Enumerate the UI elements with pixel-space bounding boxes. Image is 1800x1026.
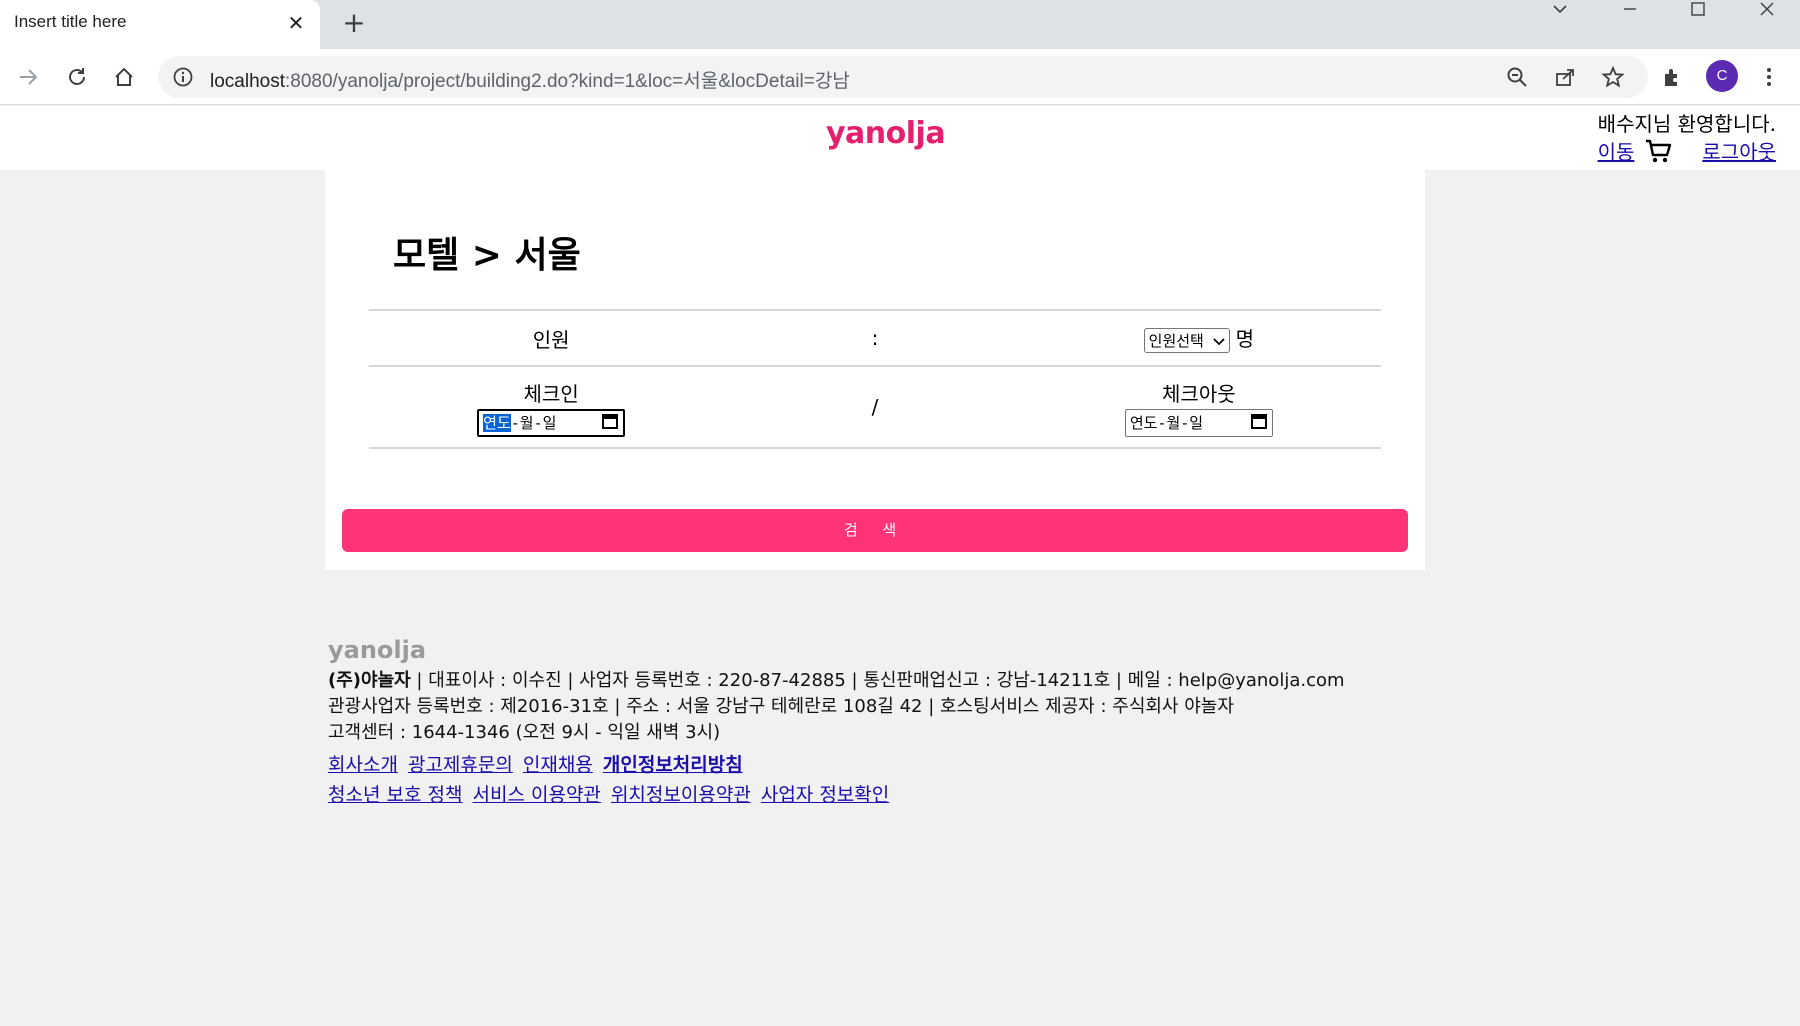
footer-link-location-terms[interactable]: 위치정보이용약관 bbox=[611, 784, 751, 806]
profile-avatar[interactable]: C bbox=[1706, 60, 1738, 92]
guests-row: 인원 : 인원선택 명 bbox=[369, 310, 1381, 366]
checkin-date-input[interactable]: 연도-월-일 bbox=[477, 408, 626, 437]
zoom-icon[interactable] bbox=[1506, 66, 1528, 92]
browser-tabstrip: Insert title here ✕ + bbox=[0, 0, 1800, 49]
move-link[interactable]: 이동 bbox=[1598, 136, 1635, 165]
calendar-icon[interactable] bbox=[1250, 412, 1268, 434]
menu-kebab-icon[interactable] bbox=[1753, 61, 1785, 93]
checkout-cell: 체크아웃 연도-월-일 bbox=[1017, 366, 1381, 448]
minimize-icon[interactable] bbox=[1600, 0, 1660, 18]
search-button[interactable]: 검 색 bbox=[342, 509, 1408, 552]
footer-link-terms[interactable]: 서비스 이용약관 bbox=[473, 784, 601, 806]
reload-icon[interactable] bbox=[61, 61, 93, 93]
tab-search-icon[interactable] bbox=[1530, 0, 1590, 18]
page-title: 모텔 > 서울 bbox=[393, 235, 581, 276]
checkout-label: 체크아웃 bbox=[1162, 381, 1236, 406]
guests-label: 인원 bbox=[532, 327, 570, 352]
guests-select[interactable]: 인원선택 bbox=[1143, 328, 1230, 353]
footer-link-youth-policy[interactable]: 청소년 보호 정책 bbox=[328, 784, 462, 806]
logout-link[interactable]: 로그아웃 bbox=[1702, 136, 1776, 165]
site-info-icon[interactable] bbox=[172, 66, 194, 88]
share-icon[interactable] bbox=[1554, 66, 1576, 92]
welcome-message: 배수지님 환영합니다. bbox=[1597, 112, 1776, 136]
browser-toolbar: localhost:8080/yanolja/project/building2… bbox=[0, 49, 1800, 105]
guests-separator: : bbox=[871, 326, 879, 350]
footer-link-privacy[interactable]: 개인정보처리방침 bbox=[603, 754, 743, 776]
tab-title: Insert title here bbox=[14, 12, 127, 31]
footer-link-ads[interactable]: 광고제휴문의 bbox=[408, 754, 513, 776]
checkin-label: 체크인 bbox=[523, 381, 579, 406]
footer-link-careers[interactable]: 인재채용 bbox=[523, 754, 593, 776]
browser-tab[interactable]: Insert title here ✕ bbox=[0, 0, 320, 49]
footer-company-info: (주)야놀자 | 대표이사 : 이수진 | 사업자 등록번호 : 220-87-… bbox=[328, 670, 1345, 691]
extensions-icon[interactable] bbox=[1656, 61, 1688, 93]
bookmark-star-icon[interactable] bbox=[1601, 65, 1625, 92]
url-text: localhost:8080/yanolja/project/building2… bbox=[210, 71, 850, 92]
back-arrow-icon[interactable] bbox=[12, 61, 44, 93]
yanolja-logo[interactable]: yanolja bbox=[826, 116, 946, 151]
new-tab-icon[interactable]: + bbox=[339, 8, 369, 38]
footer-customer-center: 고객센터 : 1644-1346 (오전 9시 - 익일 새벽 3시) bbox=[328, 722, 721, 743]
maximize-icon[interactable] bbox=[1668, 0, 1728, 18]
header-links: 이동 로그아웃 bbox=[1598, 136, 1776, 165]
footer-registration: 관광사업자 등록번호 : 제2016-31호 | 주소 : 서울 강남구 테헤란… bbox=[328, 696, 1234, 717]
guests-unit: 명 bbox=[1235, 327, 1255, 351]
search-form-table: 인원 : 인원선택 명 체크인 연도-월-일 / 체크아웃 연도-월-일 bbox=[369, 309, 1381, 449]
footer-link-business-info[interactable]: 사업자 정보확인 bbox=[761, 784, 889, 806]
footer-link-about[interactable]: 회사소개 bbox=[328, 754, 398, 776]
guests-cell: 인원선택 명 bbox=[1017, 310, 1381, 366]
footer: yanolja (주)야놀자 | 대표이사 : 이수진 | 사업자 등록번호 :… bbox=[328, 636, 1528, 810]
window-close-icon[interactable] bbox=[1737, 0, 1797, 18]
home-icon[interactable] bbox=[108, 61, 140, 93]
search-panel: 모텔 > 서울 인원 : 인원선택 명 체크인 연도-월-일 / 체크아웃 연도… bbox=[325, 170, 1425, 570]
dates-row: 체크인 연도-월-일 / 체크아웃 연도-월-일 bbox=[369, 366, 1381, 448]
checkout-date-input[interactable]: 연도-월-일 bbox=[1124, 408, 1273, 437]
site-header: yanolja 배수지님 환영합니다. 이동 로그아웃 bbox=[0, 106, 1800, 170]
date-separator: / bbox=[871, 395, 879, 419]
calendar-icon[interactable] bbox=[601, 412, 619, 434]
footer-links: 회사소개 광고제휴문의 인재채용 개인정보처리방침 청소년 보호 정책 서비스 … bbox=[328, 750, 1528, 810]
address-bar[interactable]: localhost:8080/yanolja/project/building2… bbox=[158, 56, 1648, 98]
checkin-cell: 체크인 연도-월-일 bbox=[369, 366, 733, 448]
cart-icon[interactable] bbox=[1644, 137, 1672, 165]
footer-logo: yanolja bbox=[328, 636, 427, 664]
close-tab-icon[interactable]: ✕ bbox=[284, 11, 308, 35]
